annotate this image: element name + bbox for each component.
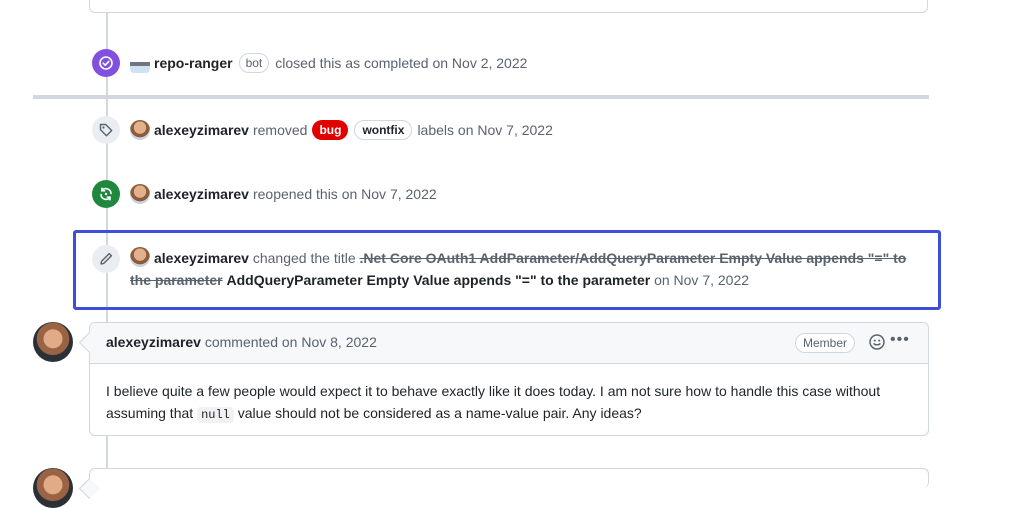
tag-icon [92,116,120,144]
member-badge: Member [795,333,856,353]
sync-icon [92,180,120,208]
smiley-icon[interactable] [868,333,886,354]
comment-header: alexeyzimarev commented on Nov 8, 2022 M… [90,323,928,364]
previous-comment-card [89,0,928,13]
comment-text: value should not be considered as a name… [237,405,642,421]
event-closed: repo-ranger bot closed this as completed… [0,47,1021,79]
event-author[interactable]: repo-ranger [154,53,233,73]
comment-card: alexeyzimarev commented on Nov 8, 2022 M… [89,322,929,436]
event-text: reopened this on Nov 7, 2022 [252,186,437,202]
event-reopened: alexeyzimarev reopened this on Nov 7, 20… [0,179,1021,211]
next-comment-card [89,468,929,488]
event-labels-removed: alexeyzimarev removed bug wontfix labels… [0,116,1021,148]
label-wontfix[interactable]: wontfix [354,120,413,140]
comment-author-avatar[interactable] [33,322,73,362]
highlight-box [73,230,941,310]
user-avatar[interactable] [130,184,150,204]
timeline-divider [33,95,929,99]
comment-author[interactable]: alexeyzimarev [106,334,201,350]
event-author[interactable]: alexeyzimarev [154,120,249,140]
user-avatar[interactable] [130,120,150,140]
comment-body: I believe quite a few people would expec… [90,364,928,426]
kebab-menu-icon[interactable]: ••• [890,331,910,349]
label-bug[interactable]: bug [312,120,349,140]
comment-timestamp[interactable]: commented on Nov 8, 2022 [205,334,377,350]
event-author[interactable]: alexeyzimarev [154,184,249,204]
event-text: closed this as completed on Nov 2, 2022 [275,55,528,71]
inline-code: null [197,407,234,423]
event-text: labels on Nov 7, 2022 [417,122,553,138]
check-circle-icon [92,49,120,77]
event-verb: removed [252,122,308,138]
bot-badge: bot [238,53,270,73]
next-comment-avatar[interactable] [33,468,73,508]
bot-avatar[interactable] [130,53,150,73]
